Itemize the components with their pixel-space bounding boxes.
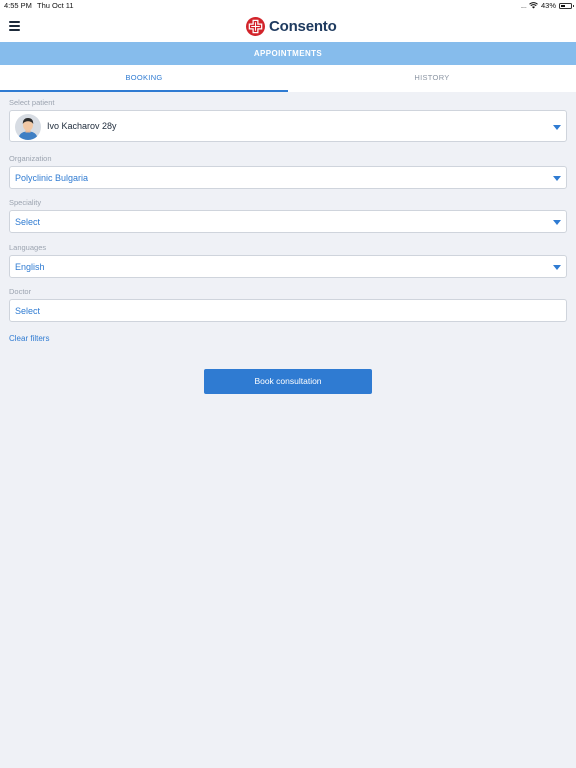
chevron-down-icon xyxy=(553,220,561,225)
app-header: Consento xyxy=(0,12,576,42)
book-consultation-button[interactable]: Book consultation xyxy=(204,369,372,394)
organization-label: Organization xyxy=(9,154,52,163)
tab-history[interactable]: HISTORY xyxy=(288,65,576,92)
chevron-down-icon xyxy=(553,125,561,130)
status-time: 4:55 PM xyxy=(4,1,32,10)
clear-filters-link[interactable]: Clear filters xyxy=(9,334,49,343)
tab-booking[interactable]: BOOKING xyxy=(0,65,288,92)
languages-select[interactable]: English xyxy=(9,255,567,278)
languages-value: English xyxy=(15,262,45,272)
signal-icon: ..... xyxy=(520,1,528,10)
avatar xyxy=(15,114,41,140)
organization-value: Polyclinic Bulgaria xyxy=(15,173,89,183)
tab-bar: BOOKING HISTORY xyxy=(0,65,576,92)
brand-name: Consento xyxy=(269,18,337,35)
menu-icon[interactable] xyxy=(9,21,20,31)
status-bar: 4:55 PM Thu Oct 11 ..... 43% xyxy=(0,0,576,12)
languages-label: Languages xyxy=(9,243,47,252)
speciality-value: Select xyxy=(15,217,41,227)
battery-icon xyxy=(559,2,574,9)
patient-label: Select patient xyxy=(9,98,55,107)
doctor-label: Doctor xyxy=(9,287,32,296)
patient-select[interactable]: Ivo Kacharov 28y xyxy=(9,110,567,142)
brand: Consento xyxy=(246,17,337,36)
consento-logo-icon xyxy=(246,17,265,36)
chevron-down-icon xyxy=(553,265,561,270)
status-indicators: ..... 43% xyxy=(520,1,574,10)
speciality-label: Speciality xyxy=(9,198,42,207)
organization-select[interactable]: Polyclinic Bulgaria xyxy=(9,166,567,189)
speciality-select[interactable]: Select xyxy=(9,210,567,233)
patient-value: Ivo Kacharov 28y xyxy=(47,121,117,131)
wifi-icon xyxy=(529,2,538,9)
chevron-down-icon xyxy=(553,176,561,181)
doctor-value: Select xyxy=(15,306,41,316)
section-title: APPOINTMENTS xyxy=(0,42,576,65)
status-date: Thu Oct 11 xyxy=(37,1,74,10)
doctor-select[interactable]: Select xyxy=(9,299,567,322)
battery-percent: 43% xyxy=(540,1,556,10)
